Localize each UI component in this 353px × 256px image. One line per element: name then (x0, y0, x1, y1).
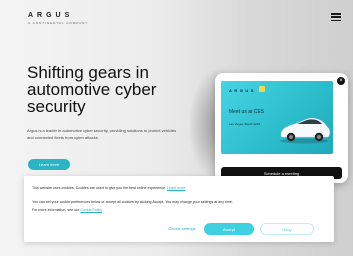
top-navigation-bar: ARGUS A CONTINENTAL COMPANY (0, 0, 353, 36)
cookie-text-1: This website uses cookies. Cookies are u… (32, 186, 167, 190)
hero-headline: Shifting gears in automotive cyber secur… (27, 63, 157, 116)
promo-title: Meet us at CES (229, 109, 265, 115)
cookie-settings-button[interactable]: Cookie settings (160, 223, 204, 234)
deny-cookies-button[interactable]: Deny (260, 223, 314, 235)
promo-banner[interactable]: ARGUS Meet us at CES Las Vegas, Booth 12… (221, 81, 333, 154)
close-icon[interactable]: × (337, 77, 345, 85)
promo-badge-icon (259, 86, 265, 92)
cookie-text-3: For more information, see our (32, 208, 80, 212)
learn-more-button[interactable]: Learn more (28, 159, 70, 170)
site-logo[interactable]: ARGUS (28, 12, 73, 19)
hero-subtext: Argus is a leader in automotive cyber se… (27, 128, 177, 140)
car-icon (280, 117, 330, 144)
cookie-consent-banner: This website uses cookies. Cookies are u… (24, 176, 334, 242)
cookie-text-line-3: For more information, see our Cookie Pol… (32, 208, 324, 213)
promo-popup: ARGUS Meet us at CES Las Vegas, Booth 12… (215, 73, 348, 183)
cookie-policy-link[interactable]: Cookie Policy (80, 208, 102, 212)
promo-subtitle: Las Vegas, Booth 1234 (229, 122, 261, 126)
site-logo-subtext: A CONTINENTAL COMPANY (28, 21, 89, 25)
cookie-learn-more-link[interactable]: Learn more (167, 186, 185, 190)
hamburger-menu-icon[interactable] (331, 13, 341, 21)
cookie-text-line-2: You can set your cookie preferences belo… (32, 200, 233, 204)
cookie-text-line-1: This website uses cookies. Cookies are u… (32, 186, 324, 191)
promo-logo: ARGUS (229, 88, 256, 93)
accept-cookies-button[interactable]: Accept (204, 223, 254, 235)
